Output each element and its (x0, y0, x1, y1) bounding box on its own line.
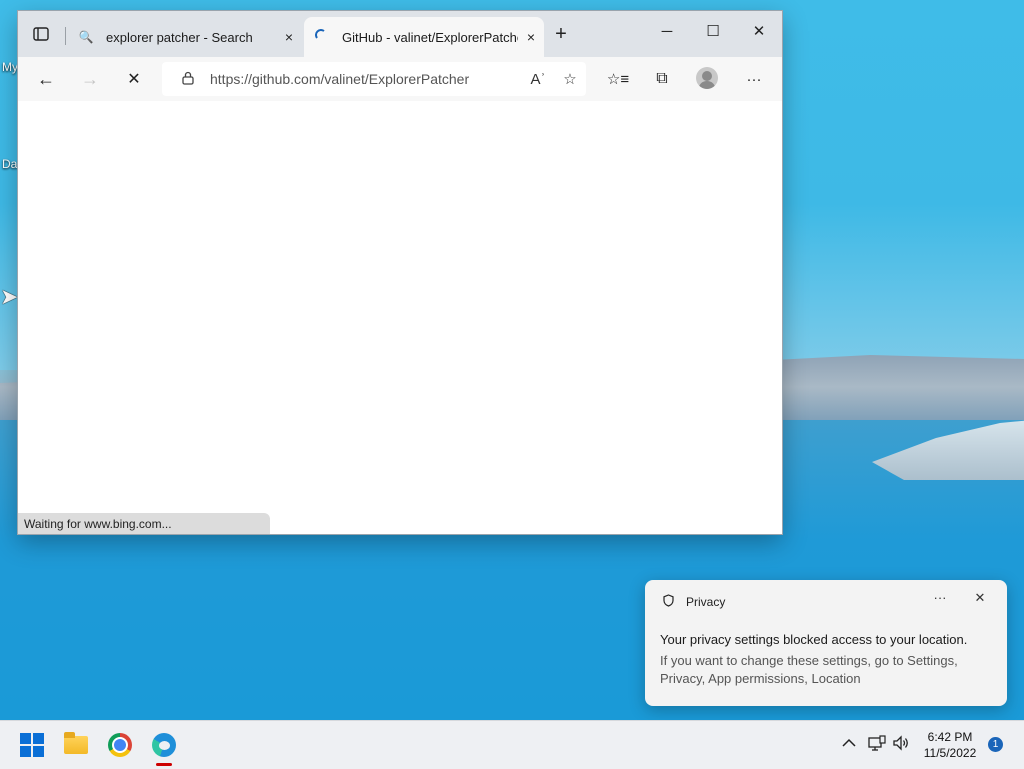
taskbar: 6:42 PM 11/5/2022 1 (0, 720, 1024, 769)
edge-icon (152, 733, 176, 757)
tab-github[interactable]: GitHub - valinet/ExplorerPatcher × (304, 17, 544, 57)
profile-avatar[interactable] (696, 67, 718, 89)
forward-button[interactable]: → (74, 63, 106, 95)
notification-count-badge[interactable]: 1 (988, 737, 1003, 752)
notification-close-button[interactable]: ✕ (970, 590, 990, 612)
tab-search[interactable]: 🔍 explorer patcher - Search × (68, 17, 302, 57)
clock-date: 11/5/2022 (923, 746, 977, 760)
search-icon: 🔍 (78, 30, 94, 44)
address-bar[interactable]: https://github.com/valinet/ExplorerPatch… (162, 62, 586, 96)
tab-title: GitHub - valinet/ExplorerPatcher (342, 29, 518, 45)
notification-more-button[interactable]: ··· (930, 590, 950, 612)
folder-icon (64, 732, 88, 754)
add-favorite-icon[interactable]: ☆ (554, 70, 586, 88)
notification-title: Your privacy settings blocked access to … (660, 632, 968, 647)
settings-more-button[interactable]: ··· (738, 63, 770, 95)
notification-header: Privacy (660, 594, 725, 610)
running-indicator (156, 763, 172, 766)
tab-title: explorer patcher - Search (106, 29, 253, 45)
browser-window: 🔍 explorer patcher - Search × GitHub - v… (18, 11, 782, 534)
notification-body: If you want to change these settings, go… (660, 653, 958, 686)
windows-logo-icon (20, 733, 44, 757)
network-icon[interactable] (866, 735, 888, 755)
collections-icon[interactable]: ⧉ (646, 63, 678, 95)
page-content: Waiting for www.bing.com... (18, 101, 782, 534)
browser-toolbar: ← → ✕ https://github.com/valinet/Explore… (18, 57, 782, 102)
privacy-notification[interactable]: Privacy ··· ✕ Your privacy settings bloc… (645, 580, 1007, 706)
edge-button[interactable] (148, 729, 180, 761)
read-aloud-icon[interactable]: Aʾ (522, 71, 554, 88)
shield-icon (660, 594, 676, 610)
chrome-button[interactable] (104, 729, 136, 761)
volume-icon[interactable] (890, 735, 912, 755)
back-button[interactable]: ← (30, 63, 62, 95)
new-tab-button[interactable]: + (546, 19, 576, 49)
tab-bar: 🔍 explorer patcher - Search × GitHub - v… (18, 11, 782, 57)
chrome-icon (108, 733, 132, 757)
minimize-button[interactable]: ─ (644, 11, 690, 51)
close-window-button[interactable]: ✕ (736, 11, 782, 51)
desktop-icon-label-1[interactable]: My (2, 60, 18, 74)
notification-app-name: Privacy (686, 595, 726, 609)
url-text[interactable]: https://github.com/valinet/ExplorerPatch… (210, 71, 522, 87)
close-tab-icon[interactable]: × (276, 29, 302, 45)
loading-spinner-icon (314, 28, 330, 46)
chevron-up-icon[interactable] (838, 735, 860, 752)
close-tab-icon[interactable]: × (518, 29, 544, 45)
mouse-cursor-icon: ➤ (0, 284, 19, 309)
stop-loading-button[interactable]: ✕ (118, 63, 150, 95)
lock-icon[interactable] (178, 71, 198, 88)
favorites-icon[interactable]: ☆≡ (602, 63, 634, 95)
taskbar-clock[interactable]: 6:42 PM 11/5/2022 (918, 729, 982, 761)
tab-separator (65, 27, 66, 45)
tab-actions-icon[interactable] (26, 19, 56, 49)
desktop-icon-label-2[interactable]: Da (2, 157, 17, 171)
maximize-button[interactable]: ☐ (690, 11, 736, 51)
status-bar: Waiting for www.bing.com... (18, 513, 270, 534)
start-button[interactable] (16, 729, 48, 761)
clock-time: 6:42 PM (927, 730, 973, 744)
file-explorer-button[interactable] (60, 729, 92, 761)
